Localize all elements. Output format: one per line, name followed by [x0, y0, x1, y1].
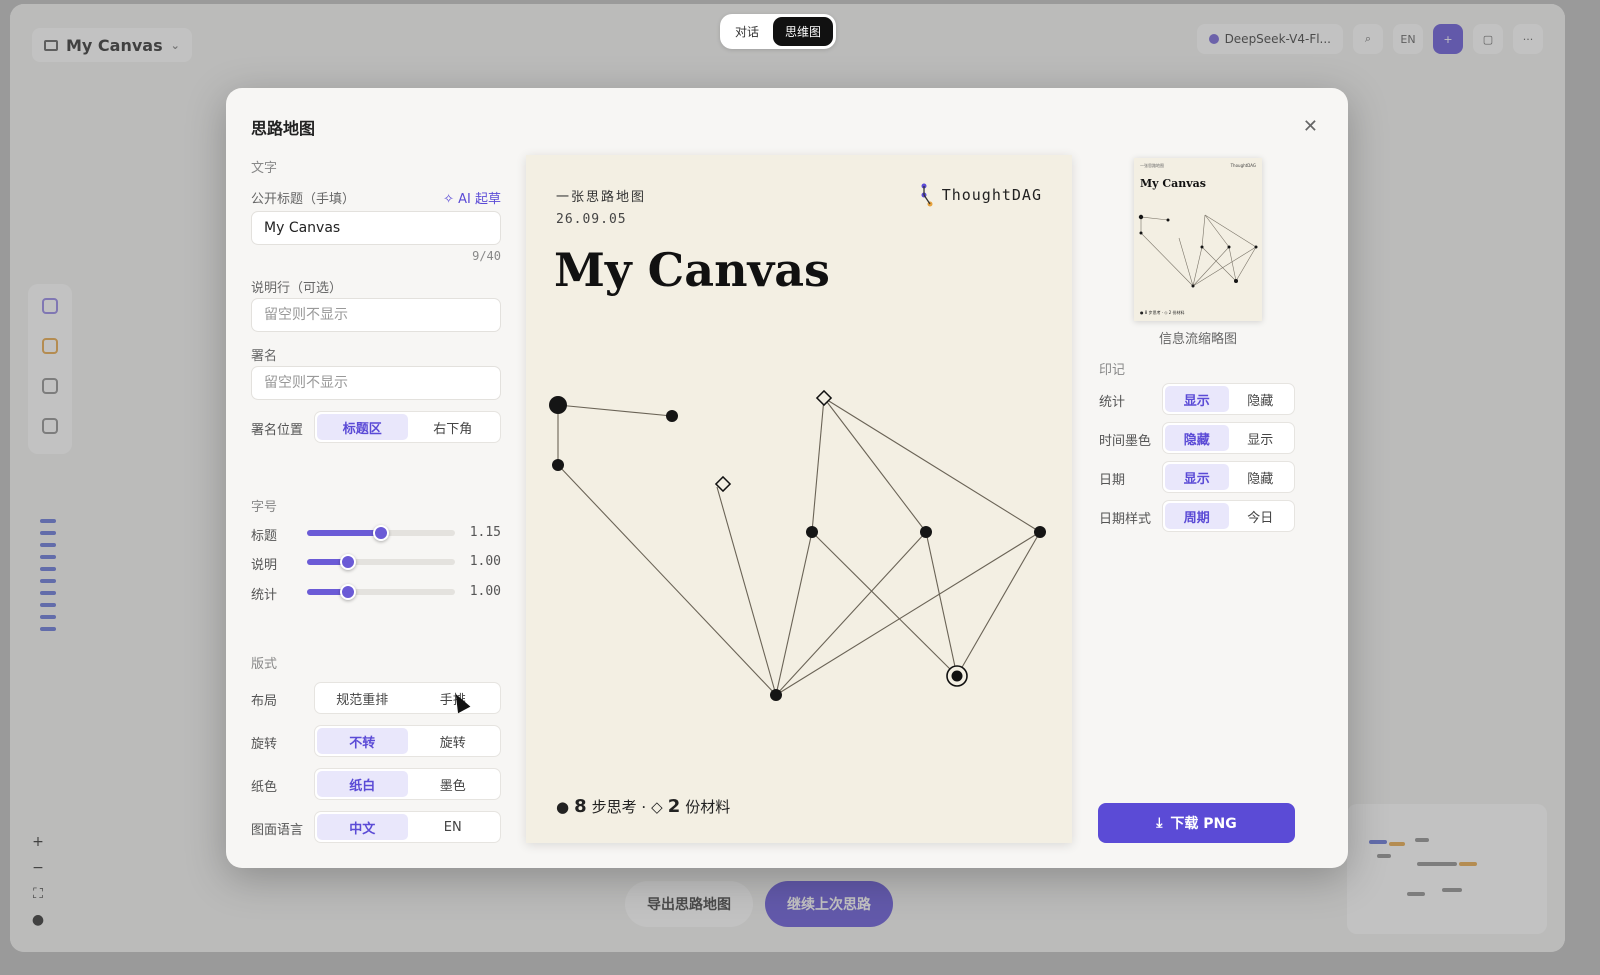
lang-en-option[interactable]: EN	[408, 814, 499, 840]
paper-color-toggle: 纸白 墨色	[314, 768, 501, 800]
caption-label: 说明行（可选）	[251, 281, 343, 296]
stats-stamp-label: 统计	[1099, 395, 1126, 410]
date-style-label: 日期样式	[1099, 512, 1152, 527]
time-ink-label: 时间墨色	[1099, 434, 1152, 449]
materials-diamond-icon: ◇	[651, 798, 663, 816]
graph-node	[806, 526, 818, 538]
ai-draft-label: AI 起草	[458, 192, 501, 207]
material-node	[815, 389, 833, 407]
materials-label: 份材料	[685, 798, 731, 816]
steps-count: 8	[574, 796, 587, 817]
paper-white-option[interactable]: 纸白	[317, 771, 408, 797]
thought-map-dialog: 思路地图 ✕ 文字 公开标题（手填） ✧ AI 起草 My Canvas 9/4…	[226, 88, 1348, 868]
graph-node	[549, 396, 567, 414]
download-icon: ⤓	[1156, 815, 1163, 831]
mode-mindmap-tab[interactable]: 思维图	[773, 17, 834, 46]
thumb-stats: ● 8 步思考 · ◇ 2 份材料	[1140, 310, 1185, 315]
poster-stats: ● 8 步思考 · ◇ 2 份材料	[556, 796, 730, 817]
slider-handle[interactable]	[340, 584, 357, 600]
steps-label: 步思考 ·	[591, 798, 647, 816]
stamp-heading: 印记	[1099, 363, 1126, 378]
download-png-button[interactable]: ⤓ 下载 PNG	[1098, 803, 1295, 843]
stats-hide-option[interactable]: 隐藏	[1229, 386, 1293, 412]
rotation-label: 旋转	[251, 737, 278, 752]
ai-draft-button[interactable]: ✧ AI 起草	[443, 188, 501, 207]
stats-size-value: 1.00	[469, 584, 501, 599]
layout-mode-label: 布局	[251, 694, 278, 709]
poster-language-toggle: 中文 EN	[314, 811, 501, 843]
stats-size-slider[interactable]	[307, 584, 455, 600]
materials-count: 2	[667, 796, 681, 817]
public-title-label: 公开标题（手填）	[251, 192, 356, 207]
thumbnail-caption: 信息流缩略图	[1158, 332, 1237, 347]
slider-handle[interactable]	[373, 525, 389, 541]
steps-dot-icon: ●	[556, 798, 570, 816]
date-show-option[interactable]: 显示	[1165, 464, 1229, 490]
paper-color-label: 纸色	[251, 780, 278, 795]
thought-graph	[549, 389, 1046, 701]
public-title-input[interactable]: My Canvas	[251, 211, 501, 245]
signature-label: 署名	[251, 349, 278, 364]
date-style-today-option[interactable]: 今日	[1229, 503, 1293, 529]
slider-handle[interactable]	[340, 554, 357, 570]
signature-input[interactable]: 留空则不显示	[251, 366, 501, 400]
poster-preview: 一张思路地图 26.09.05 ThoughtDAG My Canvas ● 8…	[526, 155, 1072, 843]
stats-stamp-toggle: 显示 隐藏	[1162, 383, 1295, 415]
download-label: 下载 PNG	[1170, 816, 1237, 832]
signature-position-toggle: 标题区 右下角	[314, 411, 501, 443]
text-section-heading: 文字	[251, 161, 278, 176]
final-node-core	[951, 670, 963, 682]
stats-show-option[interactable]: 显示	[1165, 386, 1229, 412]
close-icon[interactable]: ✕	[1303, 116, 1318, 137]
poster-language-label: 图面语言	[251, 823, 304, 838]
slider-label-title: 标题	[251, 529, 278, 544]
layout-normalized-option[interactable]: 规范重排	[317, 685, 408, 711]
date-style-period-option[interactable]: 周期	[1165, 503, 1229, 529]
dialog-title: 思路地图	[251, 119, 316, 138]
caption-input[interactable]: 留空则不显示	[251, 298, 501, 332]
font-size-heading: 字号	[251, 500, 278, 515]
mode-switch: 对话 思维图	[720, 14, 837, 49]
title-size-slider[interactable]	[307, 525, 455, 541]
date-toggle: 显示 隐藏	[1162, 461, 1295, 493]
lang-zh-option[interactable]: 中文	[317, 814, 408, 840]
signature-pos-bottom-right[interactable]: 右下角	[408, 414, 499, 440]
caption-size-slider[interactable]	[307, 554, 455, 570]
rotation-toggle: 不转 旋转	[314, 725, 501, 757]
thumb-graph	[1138, 214, 1258, 288]
time-ink-hide-option[interactable]: 隐藏	[1165, 425, 1229, 451]
time-ink-show-option[interactable]: 显示	[1229, 425, 1293, 451]
mode-chat-tab[interactable]: 对话	[723, 17, 771, 46]
title-size-value: 1.15	[469, 525, 501, 540]
graph-node	[770, 689, 782, 701]
slider-label-caption: 说明	[251, 558, 278, 573]
signature-position-label: 署名位置	[251, 423, 304, 438]
date-style-toggle: 周期 今日	[1162, 500, 1295, 532]
rotation-none-option[interactable]: 不转	[317, 728, 408, 754]
date-label: 日期	[1099, 473, 1126, 488]
graph-node	[552, 459, 564, 471]
caption-size-value: 1.00	[469, 554, 501, 569]
time-ink-toggle: 隐藏 显示	[1162, 422, 1295, 454]
paper-ink-option[interactable]: 墨色	[408, 771, 499, 797]
info-flow-thumbnail[interactable]: 一张思路地图 ThoughtDAG My Canvas ● 8 步思考 · ◇ …	[1134, 158, 1262, 321]
sparkle-icon: ✧	[443, 192, 454, 207]
title-char-counter: 9/40	[472, 249, 501, 263]
signature-pos-title-area[interactable]: 标题区	[317, 414, 408, 440]
rotation-rotate-option[interactable]: 旋转	[408, 728, 499, 754]
graph-node	[1034, 526, 1046, 538]
slider-label-stats: 统计	[251, 588, 278, 603]
layout-heading: 版式	[251, 657, 278, 672]
layout-mode-toggle: 规范重排 手排	[314, 682, 501, 714]
date-hide-option[interactable]: 隐藏	[1229, 464, 1293, 490]
graph-node	[666, 410, 678, 422]
graph-node	[920, 526, 932, 538]
